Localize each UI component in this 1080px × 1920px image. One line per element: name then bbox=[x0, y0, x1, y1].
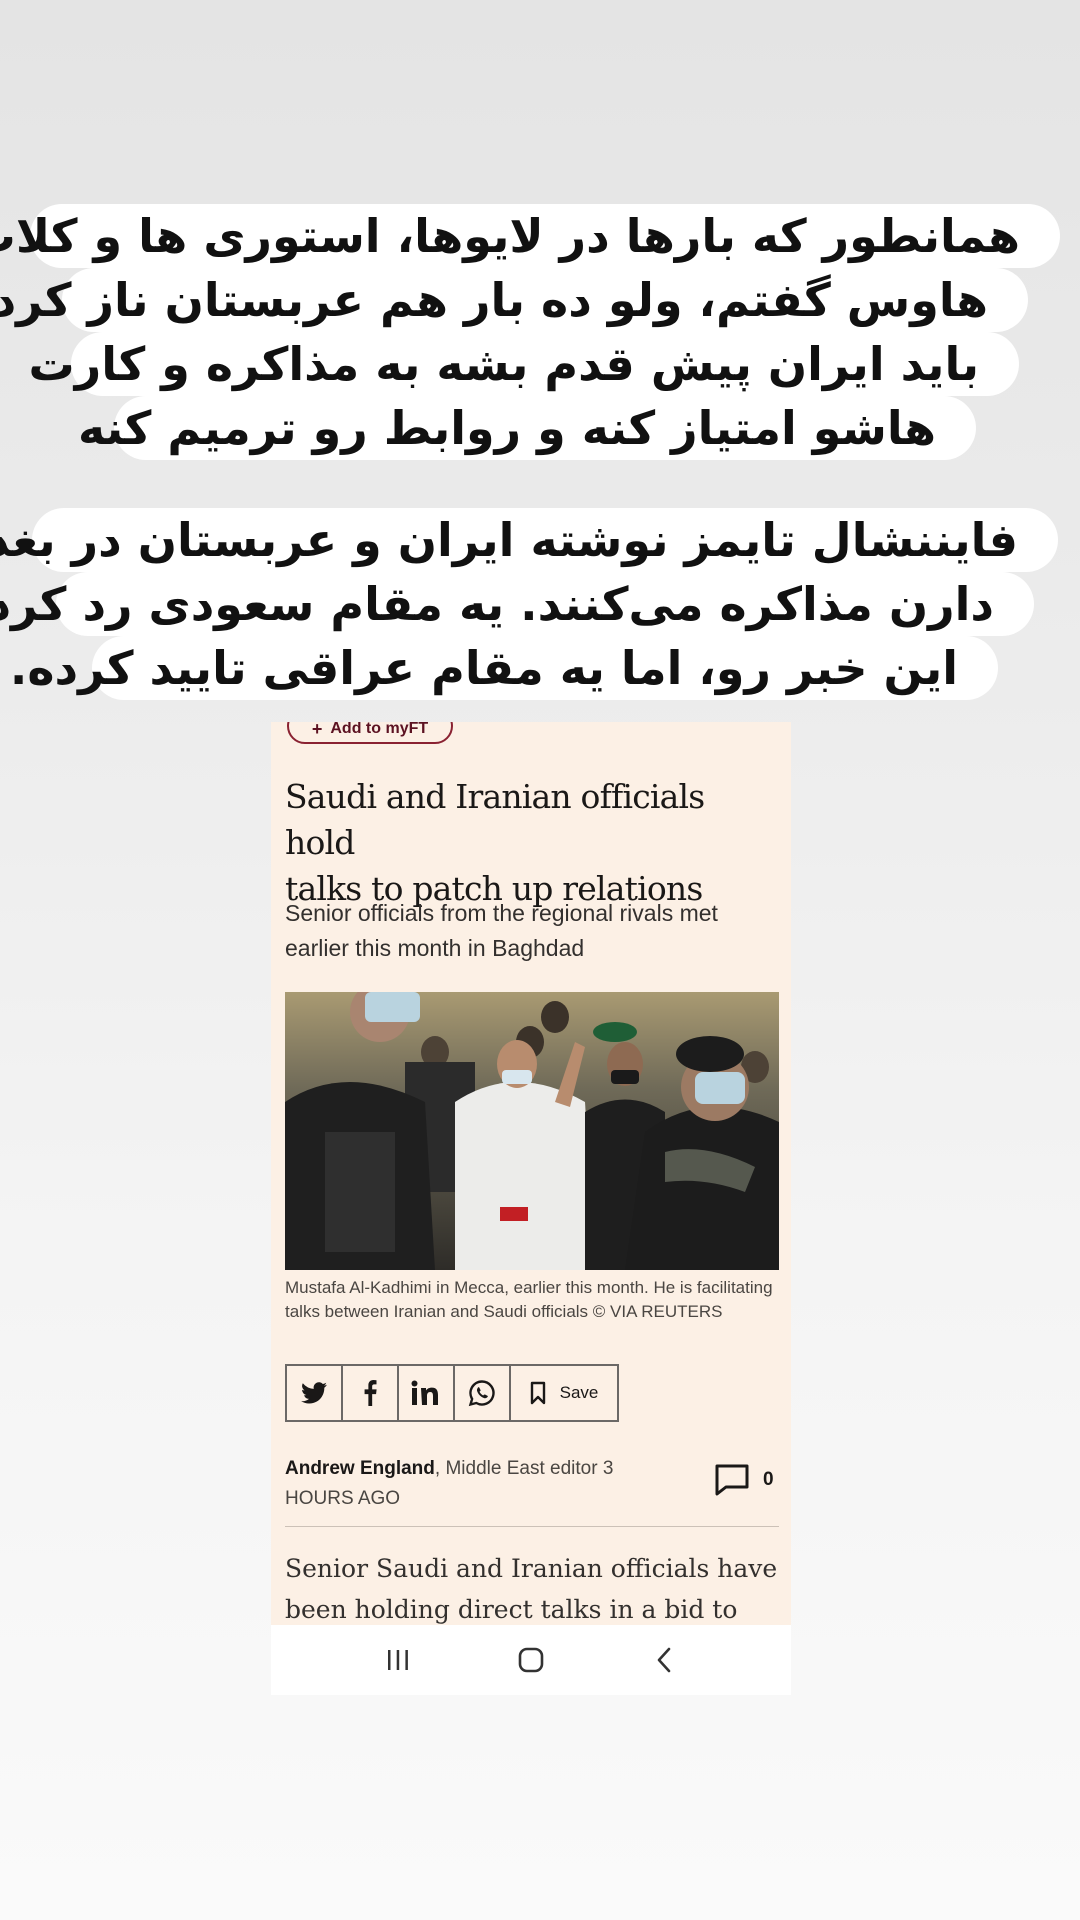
author-link[interactable]: Andrew England bbox=[285, 1458, 435, 1479]
caption-line: این خبر رو، اما یه مقام عراقی تایید کرده… bbox=[10, 636, 998, 700]
comment-count: 0 bbox=[763, 1469, 774, 1490]
add-to-myft-button[interactable]: + Add to myFT bbox=[287, 722, 453, 744]
standfirst-line: earlier this month in Baghdad bbox=[285, 935, 585, 961]
whatsapp-icon bbox=[468, 1380, 495, 1407]
standfirst-line: Senior officials from the regional rival… bbox=[285, 900, 718, 926]
share-facebook-button[interactable] bbox=[343, 1366, 399, 1420]
photo-caption: Mustafa Al-Kadhimi in Mecca, earlier thi… bbox=[285, 1278, 773, 1321]
caption-line: هاشو امتیاز کنه و روابط رو ترمیم کنه bbox=[78, 396, 976, 460]
caption-line: دارن مذاکره می‌کنند. یه مقام سعودی رد کر… bbox=[0, 572, 1034, 636]
comments-button[interactable]: 0 bbox=[715, 1464, 774, 1496]
article-timestamp: HOURS AGO bbox=[285, 1488, 401, 1509]
caption-line: فایننشال تایمز نوشته ایران و عربستان در … bbox=[0, 508, 1058, 572]
save-label: Save bbox=[559, 1383, 599, 1402]
caption-line: باید ایران پیش قدم بشه به مذاکره و کارت bbox=[29, 332, 1019, 396]
share-linkedin-button[interactable] bbox=[399, 1366, 455, 1420]
article-photo bbox=[285, 992, 779, 1270]
story-caption-block-2: فایننشال تایمز نوشته ایران و عربستان در … bbox=[0, 508, 1060, 728]
add-to-myft-label: Add to myFT bbox=[330, 722, 429, 737]
caption-line: هاوس گفتم، ولو ده بار هم عربستان ناز کرد bbox=[0, 268, 1028, 332]
article-byline: Andrew England, Middle East editor 3 HOU… bbox=[285, 1454, 665, 1514]
save-button[interactable]: Save bbox=[511, 1366, 617, 1420]
twitter-icon bbox=[301, 1382, 327, 1404]
back-icon bbox=[658, 1647, 671, 1673]
system-nav-bar bbox=[271, 1625, 791, 1695]
facebook-icon bbox=[364, 1380, 377, 1406]
story-caption-block-1: همانطور که بارها در لایوها، استوری ها و … bbox=[0, 204, 1060, 494]
body-line: Senior Saudi and Iranian officials have bbox=[285, 1554, 778, 1583]
photo-illustration bbox=[285, 992, 779, 1270]
share-bar: Save bbox=[285, 1364, 619, 1422]
caption-line: همانطور که بارها در لایوها، استوری ها و … bbox=[0, 204, 1060, 268]
body-line: been holding direct talks in a bid to bbox=[285, 1595, 738, 1624]
article-headline: Saudi and Iranian officials hold talks t… bbox=[285, 774, 775, 912]
share-twitter-button[interactable] bbox=[287, 1366, 343, 1420]
divider bbox=[285, 1526, 779, 1527]
home-button[interactable] bbox=[501, 1635, 561, 1685]
article-standfirst: Senior officials from the regional rival… bbox=[285, 896, 775, 966]
home-icon bbox=[518, 1647, 544, 1673]
recent-apps-icon bbox=[387, 1650, 408, 1670]
bookmark-icon bbox=[530, 1381, 545, 1405]
headline-line: Saudi and Iranian officials hold bbox=[285, 777, 705, 862]
plus-icon: + bbox=[311, 722, 323, 739]
recent-apps-button[interactable] bbox=[368, 1635, 428, 1685]
article-body: Senior Saudi and Iranian officials have … bbox=[285, 1548, 785, 1625]
ft-article-card: + Add to myFT Saudi and Iranian official… bbox=[271, 722, 791, 1625]
comment-icon bbox=[715, 1464, 749, 1496]
back-button[interactable] bbox=[634, 1635, 694, 1685]
linkedin-icon bbox=[411, 1380, 438, 1405]
share-whatsapp-button[interactable] bbox=[455, 1366, 511, 1420]
author-role: , Middle East editor 3 bbox=[434, 1458, 614, 1479]
